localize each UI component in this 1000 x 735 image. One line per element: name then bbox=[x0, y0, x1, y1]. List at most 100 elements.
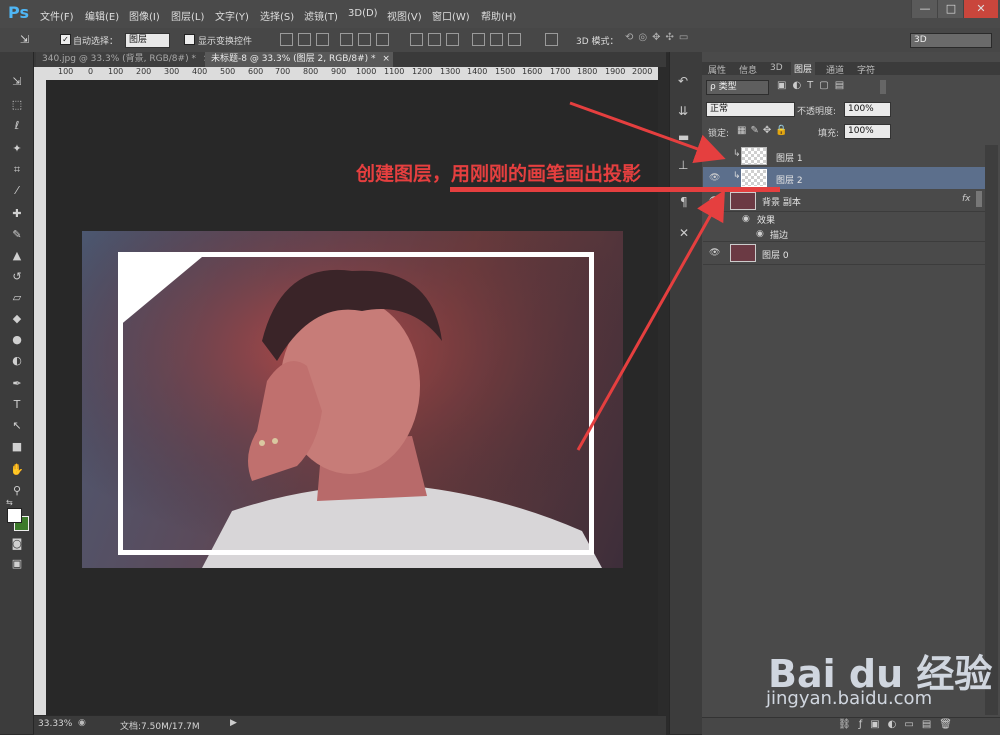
screen-mode-icon[interactable]: ▣ bbox=[9, 556, 25, 572]
distribute-bottom-icon[interactable] bbox=[446, 33, 459, 46]
distribute-left-icon[interactable] bbox=[472, 33, 485, 46]
tab-channels[interactable]: 通道 bbox=[826, 63, 844, 76]
layer-name[interactable]: 背景 副本 bbox=[762, 195, 801, 208]
stroke-effect-label[interactable]: 描边 bbox=[770, 228, 788, 241]
align-top-icon[interactable] bbox=[280, 33, 293, 46]
filter-toggle[interactable] bbox=[880, 80, 886, 94]
doc-tab-340[interactable]: 340.jpg @ 33.3% (背景, RGB/8#) * × bbox=[36, 52, 210, 67]
menu-image[interactable]: 图像(I) bbox=[129, 8, 160, 23]
ruler-tick: 1800 bbox=[577, 67, 598, 76]
quick-mask-icon[interactable]: ◙ bbox=[9, 536, 25, 552]
ruler-tick: 1200 bbox=[412, 67, 433, 76]
distribute-top-icon[interactable] bbox=[410, 33, 423, 46]
tab-layers[interactable]: 图层 bbox=[791, 62, 816, 75]
ruler-tick: 700 bbox=[275, 67, 291, 76]
align-vcenter-icon[interactable] bbox=[298, 33, 311, 46]
swap-colors-icon[interactable]: ⇆ bbox=[6, 498, 13, 507]
auto-select-dropdown[interactable]: 图层 bbox=[125, 33, 170, 48]
eye-visibility-icon[interactable]: ◉ bbox=[756, 229, 764, 239]
ruler-tick: 1500 bbox=[495, 67, 516, 76]
foreground-color-swatch[interactable] bbox=[7, 508, 22, 523]
layer-name[interactable]: 图层 0 bbox=[762, 248, 789, 261]
transform-controls-label: 显示变换控件 bbox=[198, 37, 253, 47]
align-hcenter-icon[interactable] bbox=[358, 33, 371, 46]
marquee-tool-icon[interactable]: ⬚ bbox=[9, 97, 25, 113]
stamp-tool-icon[interactable]: ▲ bbox=[9, 248, 25, 264]
menu-select[interactable]: 选择(S) bbox=[260, 8, 294, 23]
fx-icon[interactable]: fx bbox=[962, 194, 971, 204]
zoom-level[interactable]: 33.33% bbox=[38, 719, 72, 729]
distribute-vcenter-icon[interactable] bbox=[428, 33, 441, 46]
eyedropper-tool-icon[interactable]: ⁄ bbox=[9, 183, 25, 199]
fill-input[interactable]: 100% bbox=[844, 124, 891, 139]
doc-tab-close-icon[interactable]: × bbox=[382, 54, 390, 64]
type-tool-icon[interactable]: T bbox=[9, 397, 25, 413]
menu-filter[interactable]: 滤镜(T) bbox=[304, 8, 338, 23]
effects-label[interactable]: 效果 bbox=[757, 213, 775, 226]
status-menu-arrow-icon[interactable]: ▶ bbox=[230, 718, 237, 728]
opacity-input[interactable]: 100% bbox=[844, 102, 891, 117]
minimize-button[interactable]: — bbox=[911, 0, 938, 18]
brush-tool-icon[interactable]: ✎ bbox=[9, 227, 25, 243]
rectangle-tool-icon[interactable]: ■ bbox=[9, 439, 25, 455]
menu-3d[interactable]: 3D(D) bbox=[348, 8, 378, 19]
ruler-tick: 400 bbox=[192, 67, 208, 76]
workspace-dropdown[interactable]: 3D bbox=[910, 33, 992, 48]
ruler-tick: 1300 bbox=[440, 67, 461, 76]
lock-icons[interactable]: ▦✎✥🔒 bbox=[737, 125, 792, 136]
history-brush-tool-icon[interactable]: ↺ bbox=[9, 269, 25, 285]
auto-select-checkbox[interactable]: ✓ bbox=[60, 34, 71, 45]
layer-filter-icons[interactable]: ▣◐T▢▤ bbox=[777, 80, 850, 91]
menu-help[interactable]: 帮助(H) bbox=[481, 8, 516, 23]
auto-align-icon[interactable] bbox=[545, 33, 558, 46]
status-info-icon[interactable]: ◉ bbox=[78, 718, 86, 728]
menu-view[interactable]: 视图(V) bbox=[387, 8, 422, 23]
tab-character[interactable]: 字符 bbox=[857, 63, 875, 76]
menu-file[interactable]: 文件(F) bbox=[40, 8, 74, 23]
tab-info[interactable]: 信息 bbox=[739, 63, 757, 76]
hand-tool-icon[interactable]: ✋ bbox=[9, 462, 25, 478]
layers-scrollbar[interactable] bbox=[985, 145, 998, 715]
ruler-tick: 100 bbox=[58, 67, 74, 76]
doc-tab-untitled-8[interactable]: 未标题-8 @ 33.3% (图层 2, RGB/8#) * × bbox=[205, 52, 393, 67]
ruler-vertical bbox=[34, 67, 46, 715]
pen-tool-icon[interactable]: ✒ bbox=[9, 376, 25, 392]
3d-orbit-icons[interactable]: ⟲◎✥✣▭ bbox=[625, 32, 693, 43]
menu-layer[interactable]: 图层(L) bbox=[171, 8, 204, 23]
transform-controls-checkbox[interactable] bbox=[184, 34, 195, 45]
layer-thumbnail[interactable] bbox=[741, 169, 767, 187]
tab-3d[interactable]: 3D bbox=[770, 63, 783, 73]
eye-visibility-icon[interactable]: ◉ bbox=[742, 214, 750, 224]
layer-footer-icons[interactable]: ⛓ƒ▣◐▭▤🗑 bbox=[838, 719, 960, 730]
history-panel-icon[interactable]: ↶ bbox=[678, 74, 688, 88]
crop-tool-icon[interactable]: ⌗ bbox=[9, 162, 25, 178]
move-tool-icon[interactable]: ⇲ bbox=[9, 74, 25, 90]
document-photo[interactable] bbox=[82, 231, 623, 568]
layer-filter-dropdown[interactable]: ρ 类型 bbox=[706, 80, 769, 95]
align-left-icon[interactable] bbox=[340, 33, 353, 46]
zoom-tool-icon[interactable]: ⚲ bbox=[9, 483, 25, 499]
scrollbar-thumb[interactable] bbox=[976, 191, 982, 207]
distribute-right-icon[interactable] bbox=[508, 33, 521, 46]
eraser-tool-icon[interactable]: ▱ bbox=[9, 290, 25, 306]
menu-edit[interactable]: 编辑(E) bbox=[85, 8, 119, 23]
layer-name[interactable]: 图层 2 bbox=[776, 173, 803, 186]
path-select-tool-icon[interactable]: ↖ bbox=[9, 418, 25, 434]
align-bottom-icon[interactable] bbox=[316, 33, 329, 46]
tab-properties[interactable]: 属性 bbox=[708, 63, 726, 76]
blur-tool-icon[interactable]: ● bbox=[9, 332, 25, 348]
distribute-hcenter-icon[interactable] bbox=[490, 33, 503, 46]
layer-thumbnail[interactable] bbox=[741, 147, 767, 165]
lasso-tool-icon[interactable]: ℓ bbox=[9, 118, 25, 134]
maximize-button[interactable]: □ bbox=[937, 0, 964, 18]
close-button[interactable]: ✕ bbox=[963, 0, 998, 18]
layer-name[interactable]: 图层 1 bbox=[776, 151, 803, 164]
healing-brush-tool-icon[interactable]: ✚ bbox=[9, 206, 25, 222]
move-tool-icon[interactable]: ⇲ bbox=[20, 33, 29, 46]
menu-type[interactable]: 文字(Y) bbox=[215, 8, 249, 23]
align-right-icon[interactable] bbox=[376, 33, 389, 46]
paint-bucket-tool-icon[interactable]: ◆ bbox=[9, 311, 25, 327]
menu-window[interactable]: 窗口(W) bbox=[432, 8, 470, 23]
magic-wand-tool-icon[interactable]: ✦ bbox=[9, 141, 25, 157]
dodge-tool-icon[interactable]: ◐ bbox=[9, 353, 25, 369]
